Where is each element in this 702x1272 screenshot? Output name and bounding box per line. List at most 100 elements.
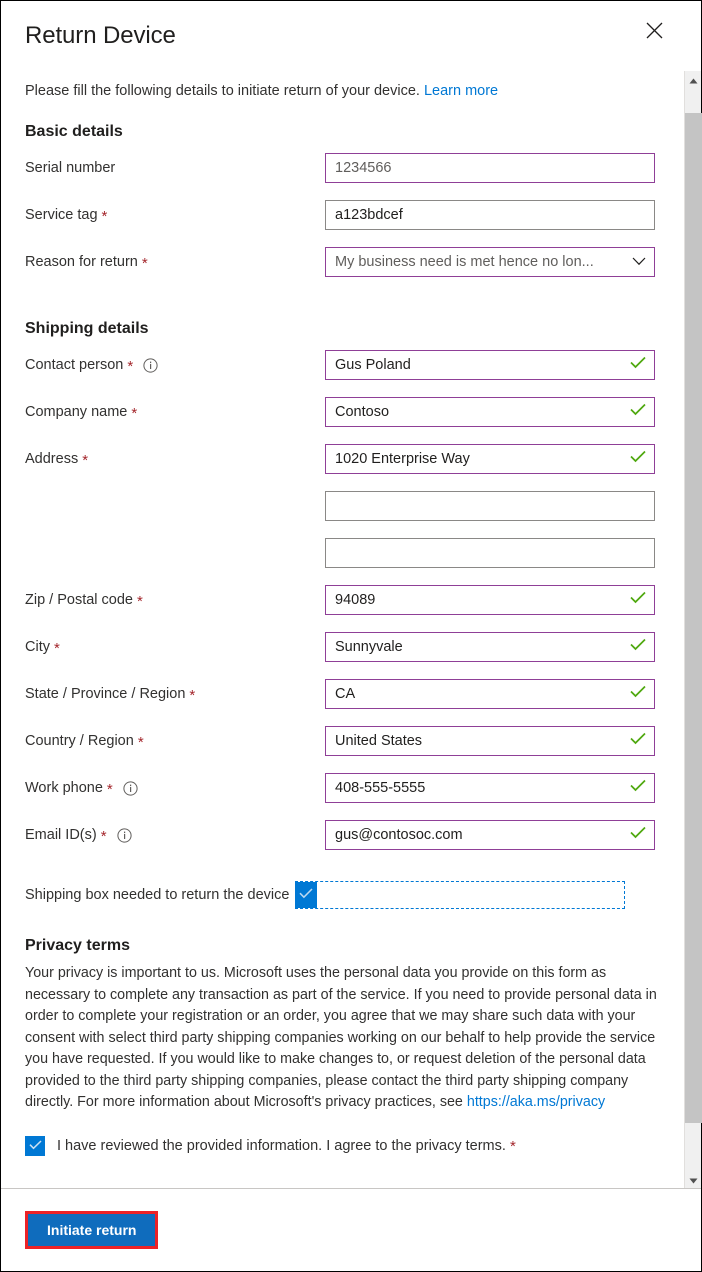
required-asterisk: * (141, 254, 148, 272)
field-control-country-region (325, 726, 655, 756)
close-icon (646, 22, 663, 39)
field-control-zip-postal-code (325, 585, 655, 615)
section-title-basic-details: Basic details (25, 123, 123, 140)
required-asterisk: * (131, 404, 138, 422)
return-form: Please fill the following details to ini… (1, 71, 684, 1188)
serial-number-input[interactable] (325, 153, 655, 183)
close-button[interactable] (637, 13, 671, 47)
shipping-box-row: Shipping box needed to return the device (25, 875, 660, 915)
field-row-country-region: Country / Region * (25, 726, 660, 773)
field-label-service-tag: Service tag * (25, 200, 325, 225)
address-line-2-input[interactable] (325, 491, 655, 521)
field-control-city (325, 632, 655, 662)
field-label-country-region: Country / Region * (25, 726, 325, 751)
field-label-serial-number: Serial number (25, 153, 325, 176)
field-control-work-phone (325, 773, 655, 803)
required-asterisk: * (106, 780, 113, 798)
shipping-box-checkbox[interactable] (295, 882, 318, 908)
checkmark-icon (28, 1137, 42, 1155)
field-label-city: City * (25, 632, 325, 656)
privacy-consent-checkbox[interactable] (25, 1135, 45, 1156)
vertical-scrollbar[interactable] (684, 71, 702, 1188)
state-province-region-input[interactable] (325, 679, 655, 709)
section-title-shipping-details: Shipping details (25, 320, 149, 337)
scrollbar-thumb[interactable] (685, 113, 702, 1123)
field-row-serial-number: Serial number (25, 153, 660, 200)
page-title: Return Device (25, 22, 176, 49)
city-input[interactable] (325, 632, 655, 662)
required-asterisk: * (82, 451, 89, 469)
field-label-company-name: Company name * (25, 397, 325, 422)
label-text: State / Province / Region (25, 686, 186, 702)
field-control-address-line-3 (325, 538, 655, 568)
label-text: Company name (25, 404, 128, 420)
privacy-policy-link[interactable]: https://aka.ms/privacy (467, 1094, 605, 1110)
scroll-down-button[interactable] (685, 1171, 702, 1188)
field-label-zip-postal-code: Zip / Postal code * (25, 585, 325, 610)
checkmark-icon (299, 886, 313, 904)
shipping-box-focus-ring (295, 881, 626, 909)
label-text: Address (25, 451, 79, 467)
dialog-scroll-area: Please fill the following details to ini… (1, 71, 702, 1188)
field-control-serial-number (325, 153, 655, 183)
initiate-return-button[interactable]: Initiate return (28, 1214, 156, 1246)
company-name-input[interactable] (325, 397, 655, 427)
label-text: City (25, 639, 50, 655)
field-label-address: Address * (25, 444, 325, 469)
label-text: Serial number (25, 160, 116, 176)
section-title-privacy-terms: Privacy terms (25, 937, 130, 954)
required-asterisk: * (127, 357, 134, 375)
address-line-3-input[interactable] (325, 538, 655, 568)
field-control-address-line-2 (325, 491, 655, 521)
info-icon[interactable] (143, 357, 158, 373)
contact-person-input[interactable] (325, 350, 655, 380)
reason-for-return-dropdown[interactable] (325, 247, 655, 277)
field-label-email-ids: Email ID(s) * (25, 820, 325, 845)
field-row-reason-for-return: Reason for return * (25, 247, 660, 294)
field-row-address: Address * (25, 444, 660, 491)
service-tag-input[interactable] (325, 200, 655, 230)
field-row-company-name: Company name * (25, 397, 660, 444)
field-row-work-phone: Work phone * (25, 773, 660, 820)
consent-text: I have reviewed the provided information… (57, 1137, 506, 1154)
field-label-work-phone: Work phone * (25, 773, 325, 798)
email-ids-input[interactable] (325, 820, 655, 850)
privacy-consent-label: I have reviewed the provided information… (57, 1138, 516, 1154)
required-asterisk: * (137, 592, 143, 610)
field-control-state-province-region (325, 679, 655, 709)
learn-more-link[interactable]: Learn more (424, 83, 498, 99)
field-row-state-province-region: State / Province / Region * (25, 679, 660, 726)
dialog-footer: Initiate return (1, 1188, 701, 1271)
zip-postal-code-input[interactable] (325, 585, 655, 615)
country-region-input[interactable] (325, 726, 655, 756)
required-asterisk: * (137, 733, 144, 751)
work-phone-input[interactable] (325, 773, 655, 803)
return-device-dialog: Return Device Please fill the following … (0, 0, 702, 1272)
label-text: Country / Region (25, 733, 134, 749)
scroll-down-arrow-icon (689, 1171, 698, 1189)
field-label-empty (25, 491, 325, 498)
label-text: Email ID(s) (25, 827, 97, 843)
field-control-contact-person (325, 350, 655, 380)
required-asterisk: * (100, 827, 107, 845)
intro-text: Please fill the following details to ini… (25, 81, 660, 101)
field-row-service-tag: Service tag * (25, 200, 660, 247)
intro-sentence: Please fill the following details to ini… (25, 83, 420, 99)
field-control-address-line-1 (325, 444, 655, 474)
scroll-up-arrow-icon (689, 71, 698, 89)
info-icon[interactable] (123, 780, 138, 796)
field-control-service-tag (325, 200, 655, 230)
field-label-state-province-region: State / Province / Region * (25, 679, 325, 703)
label-text: Contact person (25, 357, 124, 373)
info-icon[interactable] (116, 827, 132, 843)
field-control-reason-for-return (325, 247, 655, 277)
field-label-empty (25, 538, 325, 545)
address-line-1-input[interactable] (325, 444, 655, 474)
scroll-up-button[interactable] (685, 71, 702, 88)
field-row-email-ids: Email ID(s) * (25, 820, 660, 867)
field-label-reason-for-return: Reason for return * (25, 247, 325, 272)
field-label-contact-person: Contact person * (25, 350, 325, 375)
required-asterisk: * (101, 207, 108, 225)
field-row-contact-person: Contact person * (25, 350, 660, 397)
field-row-zip-postal-code: Zip / Postal code * (25, 585, 660, 632)
